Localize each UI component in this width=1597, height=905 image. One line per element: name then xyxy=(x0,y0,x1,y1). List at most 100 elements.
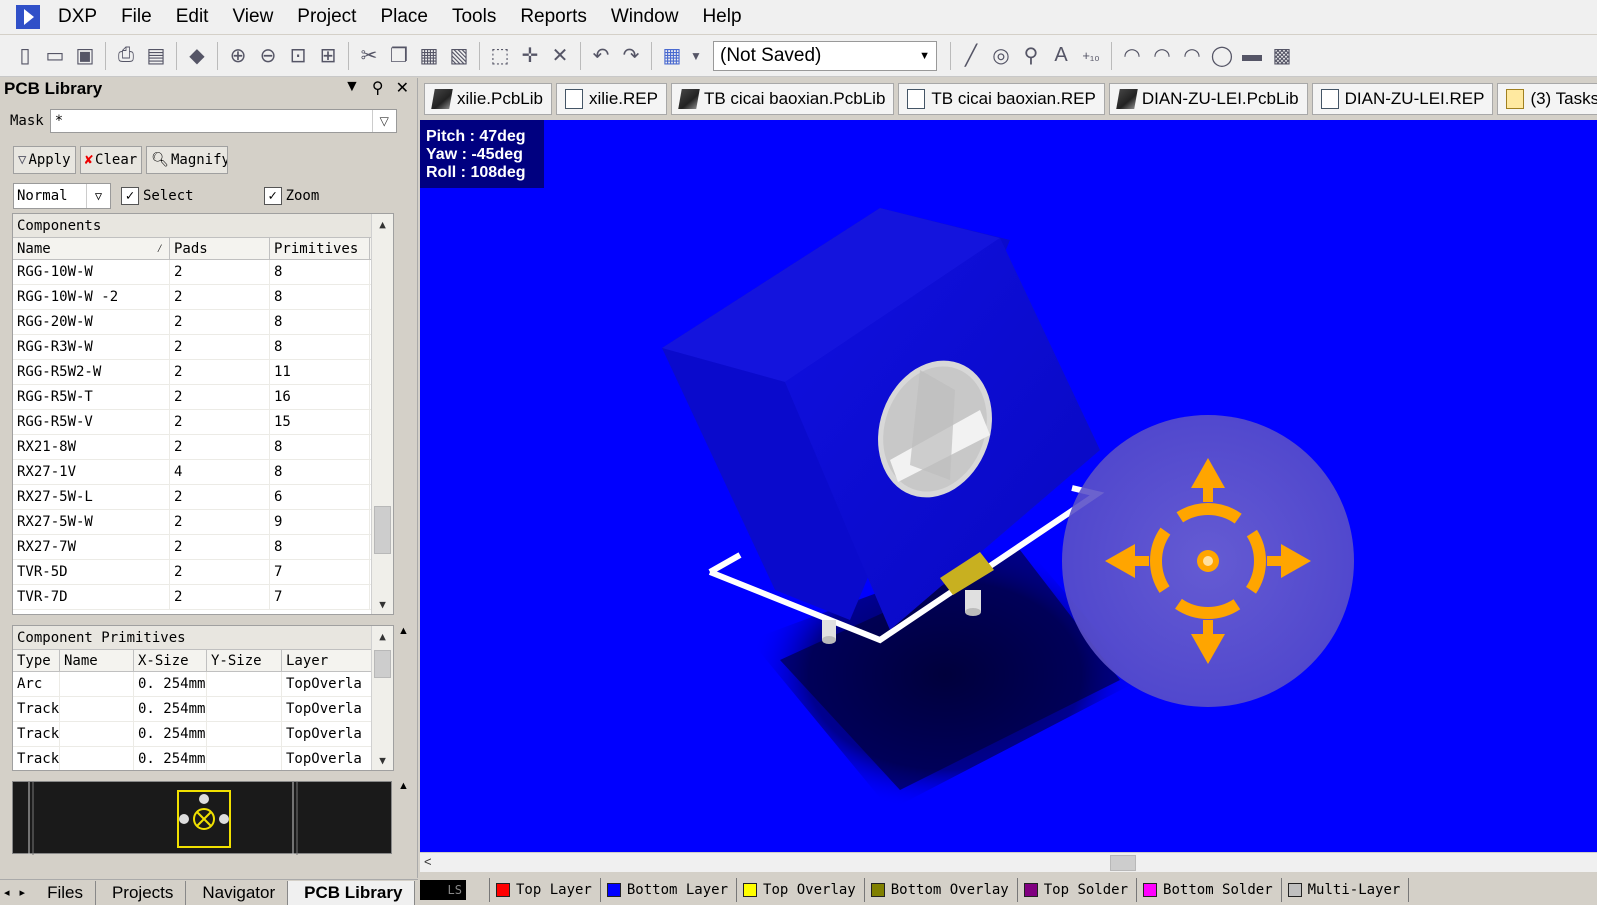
scroll-down-icon[interactable]: ▼ xyxy=(372,594,393,614)
save-icon[interactable]: ▣ xyxy=(70,41,100,71)
fill-icon[interactable]: ▬ xyxy=(1237,41,1267,71)
menu-file[interactable]: File xyxy=(109,6,164,28)
menu-dxp[interactable]: DXP xyxy=(46,6,109,28)
column-x-size[interactable]: X-Size xyxy=(134,650,207,671)
mode-select[interactable]: Normal ▽ xyxy=(13,183,111,209)
menu-help[interactable]: Help xyxy=(690,6,753,28)
layer-tab-multi-layer[interactable]: Multi-Layer xyxy=(1282,877,1410,902)
apply-button[interactable]: ▽ Apply xyxy=(13,146,76,174)
grid-dropdown-icon[interactable]: ▼ xyxy=(687,41,705,71)
scroll-up-icon[interactable]: ▲ xyxy=(372,214,393,234)
layer-tab-top-layer[interactable]: Top Layer xyxy=(490,877,601,902)
copy-icon[interactable]: ❐ xyxy=(384,41,414,71)
primitives-scrollbar[interactable]: ▲ ▼ xyxy=(371,626,393,770)
table-row[interactable]: Arc 0. 254mm TopOverla xyxy=(13,672,393,697)
paste-icon[interactable]: ▦ xyxy=(414,41,444,71)
table-row[interactable]: Track 0. 254mm TopOverla xyxy=(13,697,393,722)
tab-projects[interactable]: Projects xyxy=(96,880,187,905)
scroll-down-icon[interactable]: ▼ xyxy=(372,750,393,770)
arc-edge-icon[interactable]: ◠ xyxy=(1147,41,1177,71)
scroll-up-icon[interactable]: ▲ xyxy=(372,626,393,646)
menu-tools[interactable]: Tools xyxy=(440,6,508,28)
column-layer[interactable]: Layer xyxy=(282,650,373,671)
column-pads[interactable]: Pads xyxy=(170,238,270,259)
column-prim-name[interactable]: Name xyxy=(60,650,134,671)
rubber-stamp-icon[interactable]: ▧ xyxy=(444,41,474,71)
chevron-down-icon[interactable]: ▽ xyxy=(371,110,396,132)
panel-menu-icon[interactable]: ▼ xyxy=(344,78,360,98)
table-row[interactable]: TVR-7D 2 7 xyxy=(13,585,393,610)
table-row[interactable]: TVR-5D 2 7 xyxy=(13,560,393,585)
chevron-down-icon[interactable]: ▽ xyxy=(86,184,110,208)
column-y-size[interactable]: Y-Size xyxy=(207,650,282,671)
collapse-up-icon[interactable]: ▲ xyxy=(398,780,409,792)
tab-scroll-left-icon[interactable]: ◂ xyxy=(0,886,14,899)
scroll-thumb[interactable] xyxy=(1110,855,1136,871)
full-circle-icon[interactable]: ◯ xyxy=(1207,41,1237,71)
table-row[interactable]: Track 0. 254mm TopOverla xyxy=(13,747,393,770)
magnify-button[interactable]: 🔍︎ Magnify xyxy=(146,146,229,174)
layer-tab-bottom-overlay[interactable]: Bottom Overlay xyxy=(865,877,1018,902)
zoom-checkbox[interactable]: ✓ xyxy=(263,187,282,205)
collapse-up-icon[interactable]: ▲ xyxy=(398,625,409,637)
scroll-thumb[interactable] xyxy=(374,650,391,678)
component-preview[interactable] xyxy=(12,781,392,855)
menu-reports[interactable]: Reports xyxy=(508,6,599,28)
cut-icon[interactable]: ✂ xyxy=(354,41,384,71)
print-preview-icon[interactable]: ▤ xyxy=(141,41,171,71)
table-row[interactable]: RGG-20W-W 2 8 xyxy=(13,310,393,335)
column-type[interactable]: Type xyxy=(13,650,60,671)
doc-tab-xilie-pcblib[interactable]: xilie.PcbLib xyxy=(424,83,552,115)
scroll-thumb[interactable] xyxy=(374,506,391,554)
doc-tab-dian-zu-lei-pcblib[interactable]: DIAN-ZU-LEI.PcbLib xyxy=(1108,83,1308,115)
tab-navigator[interactable]: Navigator xyxy=(186,880,289,905)
scroll-left-icon[interactable]: < xyxy=(424,854,432,869)
tab-files[interactable]: Files xyxy=(31,880,96,905)
table-row[interactable]: Track 0. 254mm TopOverla xyxy=(13,722,393,747)
doc-tab-tb-cicai-rep[interactable]: TB cicai baoxian.REP xyxy=(898,83,1105,115)
open-project-icon[interactable]: ◆ xyxy=(182,41,212,71)
doc-tab-tb-cicai-pcblib[interactable]: TB cicai baoxian.PcbLib xyxy=(670,83,895,115)
place-coordinate-icon[interactable]: +₁₀ xyxy=(1076,41,1106,71)
table-row[interactable]: RGG-10W-W 2 8 xyxy=(13,260,393,285)
zoom-fit-icon[interactable]: ⊡ xyxy=(283,41,313,71)
table-row[interactable]: RX21-8W 2 8 xyxy=(13,435,393,460)
layer-tab-bottom-solder[interactable]: Bottom Solder xyxy=(1137,877,1282,902)
table-row[interactable]: RGG-R3W-W 2 8 xyxy=(13,335,393,360)
zoom-in-icon[interactable]: ⊕ xyxy=(223,41,253,71)
menu-edit[interactable]: Edit xyxy=(164,6,221,28)
column-primitives[interactable]: Primitives xyxy=(270,238,370,259)
tab-pcb-library[interactable]: PCB Library xyxy=(288,880,416,905)
doc-tab-dian-zu-lei-rep[interactable]: DIAN-ZU-LEI.REP xyxy=(1311,83,1494,115)
pcb-3d-view[interactable]: Pitch : 47deg Yaw : -45deg Roll : 108deg xyxy=(420,120,1597,852)
project-combo[interactable]: (Not Saved) ▼ xyxy=(713,40,937,71)
menu-place[interactable]: Place xyxy=(368,6,440,28)
place-string-icon[interactable]: A xyxy=(1046,41,1076,71)
menu-view[interactable]: View xyxy=(220,6,285,28)
view-horizontal-scrollbar[interactable]: < xyxy=(420,852,1597,872)
array-paste-icon[interactable]: ▩ xyxy=(1267,41,1297,71)
place-via-icon[interactable]: ⚲ xyxy=(1016,41,1046,71)
table-row[interactable]: RX27-7W 2 8 xyxy=(13,535,393,560)
table-row[interactable]: RGG-R5W-T 2 16 xyxy=(13,385,393,410)
pin-icon[interactable]: ⚲ xyxy=(372,78,384,98)
move-icon[interactable]: ✛ xyxy=(515,41,545,71)
table-row[interactable]: RGG-10W-W -2 2 8 xyxy=(13,285,393,310)
place-pad-icon[interactable]: ◎ xyxy=(986,41,1016,71)
zoom-selected-icon[interactable]: ⊞ xyxy=(313,41,343,71)
layer-tab-bottom-layer[interactable]: Bottom Layer xyxy=(601,877,738,902)
new-file-icon[interactable]: ▯ xyxy=(10,41,40,71)
table-row[interactable]: RX27-1V 4 8 xyxy=(13,460,393,485)
doc-tab-tasks[interactable]: (3) Tasks ▼ xyxy=(1497,83,1597,115)
arc-center-icon[interactable]: ◠ xyxy=(1117,41,1147,71)
tab-scroll-right-icon[interactable]: ▸ xyxy=(14,886,32,899)
dxp-logo-icon[interactable] xyxy=(16,5,40,29)
mask-input[interactable]: * ▽ xyxy=(49,109,397,133)
arc-any-icon[interactable]: ◠ xyxy=(1177,41,1207,71)
layer-tab-top-overlay[interactable]: Top Overlay xyxy=(737,877,865,902)
select-option[interactable]: ✓ Select xyxy=(121,187,194,205)
close-icon[interactable]: ✕ xyxy=(396,78,409,98)
menu-project[interactable]: Project xyxy=(285,6,368,28)
layer-set-button[interactable]: LS xyxy=(420,877,490,902)
undo-icon[interactable]: ↶ xyxy=(586,41,616,71)
